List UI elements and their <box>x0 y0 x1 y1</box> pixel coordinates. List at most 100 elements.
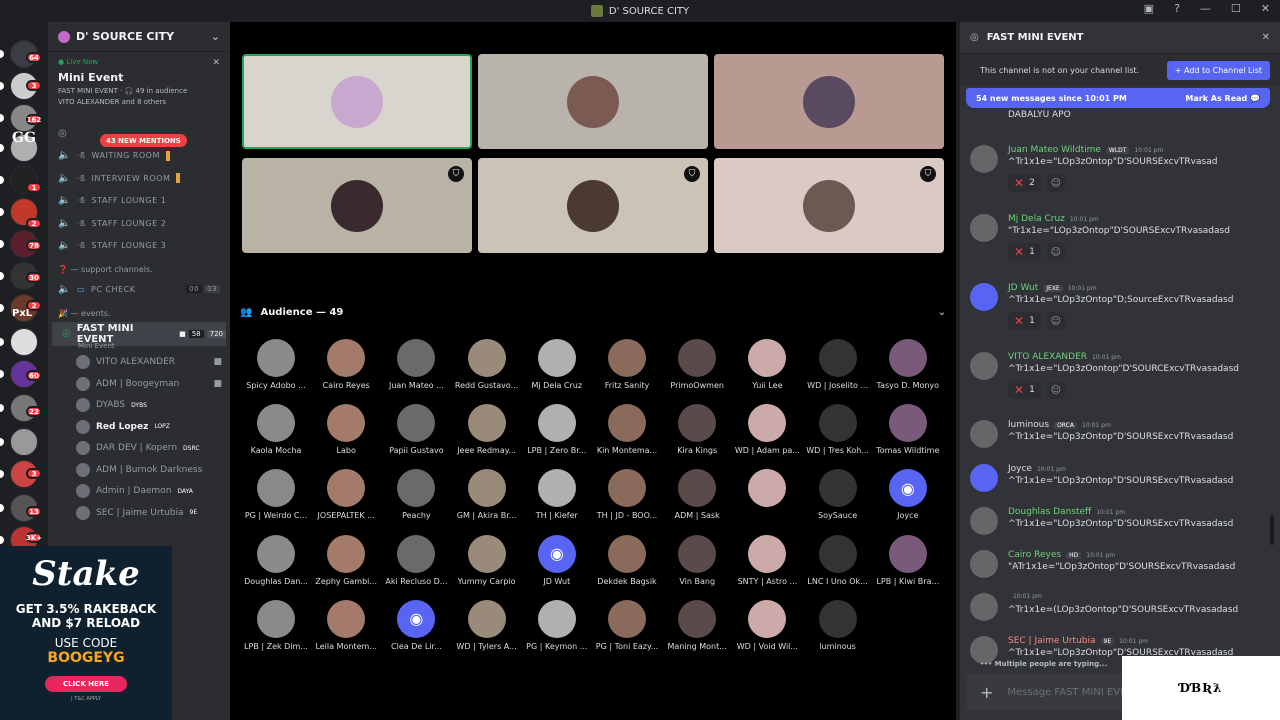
audience-member[interactable]: TH | Kiefer <box>522 469 592 520</box>
audience-member[interactable]: LPB | Kiwi Bra... <box>873 534 943 586</box>
server-gg[interactable]: GG <box>12 130 36 146</box>
message-author[interactable]: Cairo Reyes <box>1008 550 1061 560</box>
audience-member[interactable]: JOSEPALTEK ... <box>311 469 381 520</box>
audience-member[interactable]: Yummy Carpio <box>452 534 522 586</box>
audience-member[interactable]: Aki Recluso D... <box>381 534 451 586</box>
audience-member[interactable]: Leila Montem... <box>311 599 381 651</box>
audience-member[interactable]: Yuii Lee <box>732 339 802 390</box>
message-input[interactable]: Message FAST MINI EVENT <box>1007 687 1140 698</box>
chat-scrollbar[interactable] <box>1270 515 1274 545</box>
plus-icon[interactable]: + <box>980 683 993 702</box>
audience-member[interactable]: WD | Adam pa... <box>732 404 802 455</box>
stage-speaker-tile[interactable]: ⛉ <box>714 158 944 253</box>
avatar[interactable] <box>970 550 998 578</box>
audience-member[interactable]: PG | Weirdo C... <box>241 469 311 520</box>
audience-member[interactable]: ◉ JD Wut <box>522 534 592 586</box>
audience-member[interactable]: Kaola Mocha <box>241 404 311 455</box>
audience-member[interactable]: Spicy Adobo ... <box>241 339 311 390</box>
new-mentions-badge[interactable]: 43 NEW MENTIONS <box>100 134 187 147</box>
audience-member[interactable]: Jeee Redmay... <box>452 404 522 455</box>
minimize-button[interactable]: — <box>1200 2 1211 15</box>
audience-member[interactable]: SNTY | Astro ... <box>732 534 802 586</box>
message-author[interactable]: Mj Dela Cruz <box>1008 214 1065 224</box>
stage-speaker-tile[interactable]: ⛉ <box>242 158 472 253</box>
add-reaction-icon[interactable]: ☺ <box>1046 312 1065 330</box>
add-reaction-icon[interactable]: ☺ <box>1046 243 1065 261</box>
channel-pc-check[interactable]: 🔈 ▭ PC CHECK 00 03 <box>48 278 230 301</box>
audience-member[interactable]: LPB | Zero Br... <box>522 404 592 455</box>
message-author[interactable]: SEC | Jaime Urtubia <box>1008 636 1096 646</box>
server-icon[interactable] <box>10 328 38 356</box>
ad-click-button[interactable]: CLICK HERE <box>44 676 127 692</box>
avatar[interactable] <box>970 507 998 535</box>
audience-member[interactable]: WD | Joselito ... <box>803 339 873 390</box>
audience-member[interactable]: Kin Montema... <box>592 404 662 455</box>
voice-channel[interactable]: 🔈 ·ß WAITING ROOM <box>48 145 230 168</box>
audience-member[interactable]: Tasyo D. Monyo <box>873 339 943 390</box>
audience-member[interactable]: Cairo Reyes <box>311 339 381 390</box>
audience-member[interactable]: SoySauce <box>803 469 873 520</box>
avatar[interactable] <box>970 593 998 621</box>
voice-user[interactable]: Red Lopez LOPZ <box>48 416 230 438</box>
audience-member[interactable]: LPB | Zek Dim... <box>241 599 311 651</box>
help-icon[interactable]: ? <box>1174 2 1180 15</box>
voice-user[interactable]: DAR DEV | Kopern DSRC <box>48 438 230 460</box>
voice-channel[interactable]: 🔈 ·ß STAFF LOUNGE 2 <box>48 212 230 235</box>
audience-member[interactable]: Tomas Wildtime <box>873 404 943 455</box>
voice-channel[interactable]: 🔈 ·ß STAFF LOUNGE 1 <box>48 190 230 213</box>
audience-member[interactable]: Dekdek Bagsik <box>592 534 662 586</box>
stake-ad-overlay[interactable]: Stake GET 3.5% RAKEBACK AND $7 RELOAD US… <box>0 546 172 720</box>
audience-member[interactable]: Vin Bang <box>662 534 732 586</box>
close-window-button[interactable]: ✕ <box>1261 2 1270 15</box>
voice-user[interactable]: VITO ALEXANDER ■ <box>48 352 230 374</box>
live-event-card[interactable]: ● Live Now ✕ Mini Event FAST MINI EVENT … <box>52 54 226 110</box>
audience-member[interactable]: WD | Tres Koh... <box>803 404 873 455</box>
voice-user[interactable]: SEC | Jaime Urtubia 9E <box>48 502 230 524</box>
message-author[interactable]: Juan Mateo Wildtime <box>1008 145 1101 155</box>
audience-member[interactable]: Peachy <box>381 469 451 520</box>
stage-speaker-tile[interactable] <box>478 54 708 149</box>
new-messages-bar[interactable]: 54 new messages since 10:01 PM Mark As R… <box>966 88 1270 108</box>
audience-member[interactable] <box>732 469 802 511</box>
voice-channel[interactable]: 🔈 ·ß STAFF LOUNGE 3 <box>48 235 230 258</box>
audience-member[interactable]: WD | Void Wil... <box>732 599 802 651</box>
reaction[interactable]: ✕ 2 <box>1008 174 1041 192</box>
close-icon[interactable]: ✕ <box>1262 32 1270 43</box>
audience-member[interactable]: Juan Mateo ... <box>381 339 451 390</box>
voice-user[interactable]: ADM | Boogeyman ■ <box>48 373 230 395</box>
stage-speaker-tile[interactable] <box>242 54 472 149</box>
audience-member[interactable]: PG | Keymon ... <box>522 599 592 651</box>
audience-member[interactable]: GM | Akira Br... <box>452 469 522 520</box>
audience-member[interactable]: WD | Tylers A... <box>452 599 522 651</box>
message-author[interactable]: luminous <box>1008 420 1049 430</box>
audience-member[interactable]: ADM | Sask <box>662 469 732 520</box>
audience-member[interactable]: PG | Toni Eazy... <box>592 599 662 651</box>
audience-member[interactable]: Maning Mont... <box>662 599 732 651</box>
audience-member[interactable]: Labo <box>311 404 381 455</box>
avatar[interactable] <box>970 145 998 173</box>
audience-member[interactable]: ◉ Clea De Lir... <box>381 599 451 651</box>
audience-member[interactable]: Papii Gustavo <box>381 404 451 455</box>
stage-speaker-tile[interactable]: ⛉ <box>478 158 708 253</box>
server-icon[interactable] <box>10 428 38 456</box>
message-author[interactable]: Doughlas Dansteff <box>1008 507 1091 517</box>
message-author[interactable]: VITO ALEXANDER <box>1008 352 1087 362</box>
avatar[interactable] <box>970 352 998 380</box>
voice-user[interactable]: Admin | Daemon DAYA <box>48 481 230 503</box>
audience-member[interactable]: luminous <box>803 599 873 651</box>
avatar[interactable] <box>970 214 998 242</box>
server-header[interactable]: D' SOURCE CITY ⌄ <box>48 22 230 52</box>
audience-member[interactable]: Fritz Sanity <box>592 339 662 390</box>
server-pxl[interactable]: PxL <box>12 308 32 319</box>
chevron-down-icon[interactable]: ⌄ <box>938 307 946 318</box>
avatar[interactable] <box>970 420 998 448</box>
voice-user[interactable]: ADM | Burnok Darkness <box>48 459 230 481</box>
audience-header[interactable]: 👥 Audience — 49 ⌄ <box>240 302 946 322</box>
add-reaction-icon[interactable]: ☺ <box>1046 174 1065 192</box>
add-reaction-icon[interactable]: ☺ <box>1046 381 1065 399</box>
audience-member[interactable]: Redd Gustavo... <box>452 339 522 390</box>
message-author[interactable]: JD Wut <box>1008 283 1038 293</box>
audience-member[interactable]: Doughlas Dan... <box>241 534 311 586</box>
audience-member[interactable]: Zephy Gambi... <box>311 534 381 586</box>
avatar[interactable] <box>970 464 998 492</box>
